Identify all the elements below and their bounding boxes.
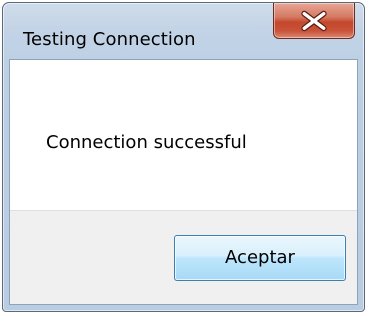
close-icon [301, 10, 327, 32]
window-title: Testing Connection [23, 29, 196, 50]
status-message: Connection successful [46, 132, 247, 153]
ok-button[interactable]: Aceptar [174, 235, 346, 281]
button-bar: Aceptar [10, 210, 357, 304]
close-button[interactable] [273, 3, 355, 39]
dialog-body: Connection successful Aceptar [9, 59, 358, 305]
dialog-window: Testing Connection Connection successful… [2, 2, 365, 312]
